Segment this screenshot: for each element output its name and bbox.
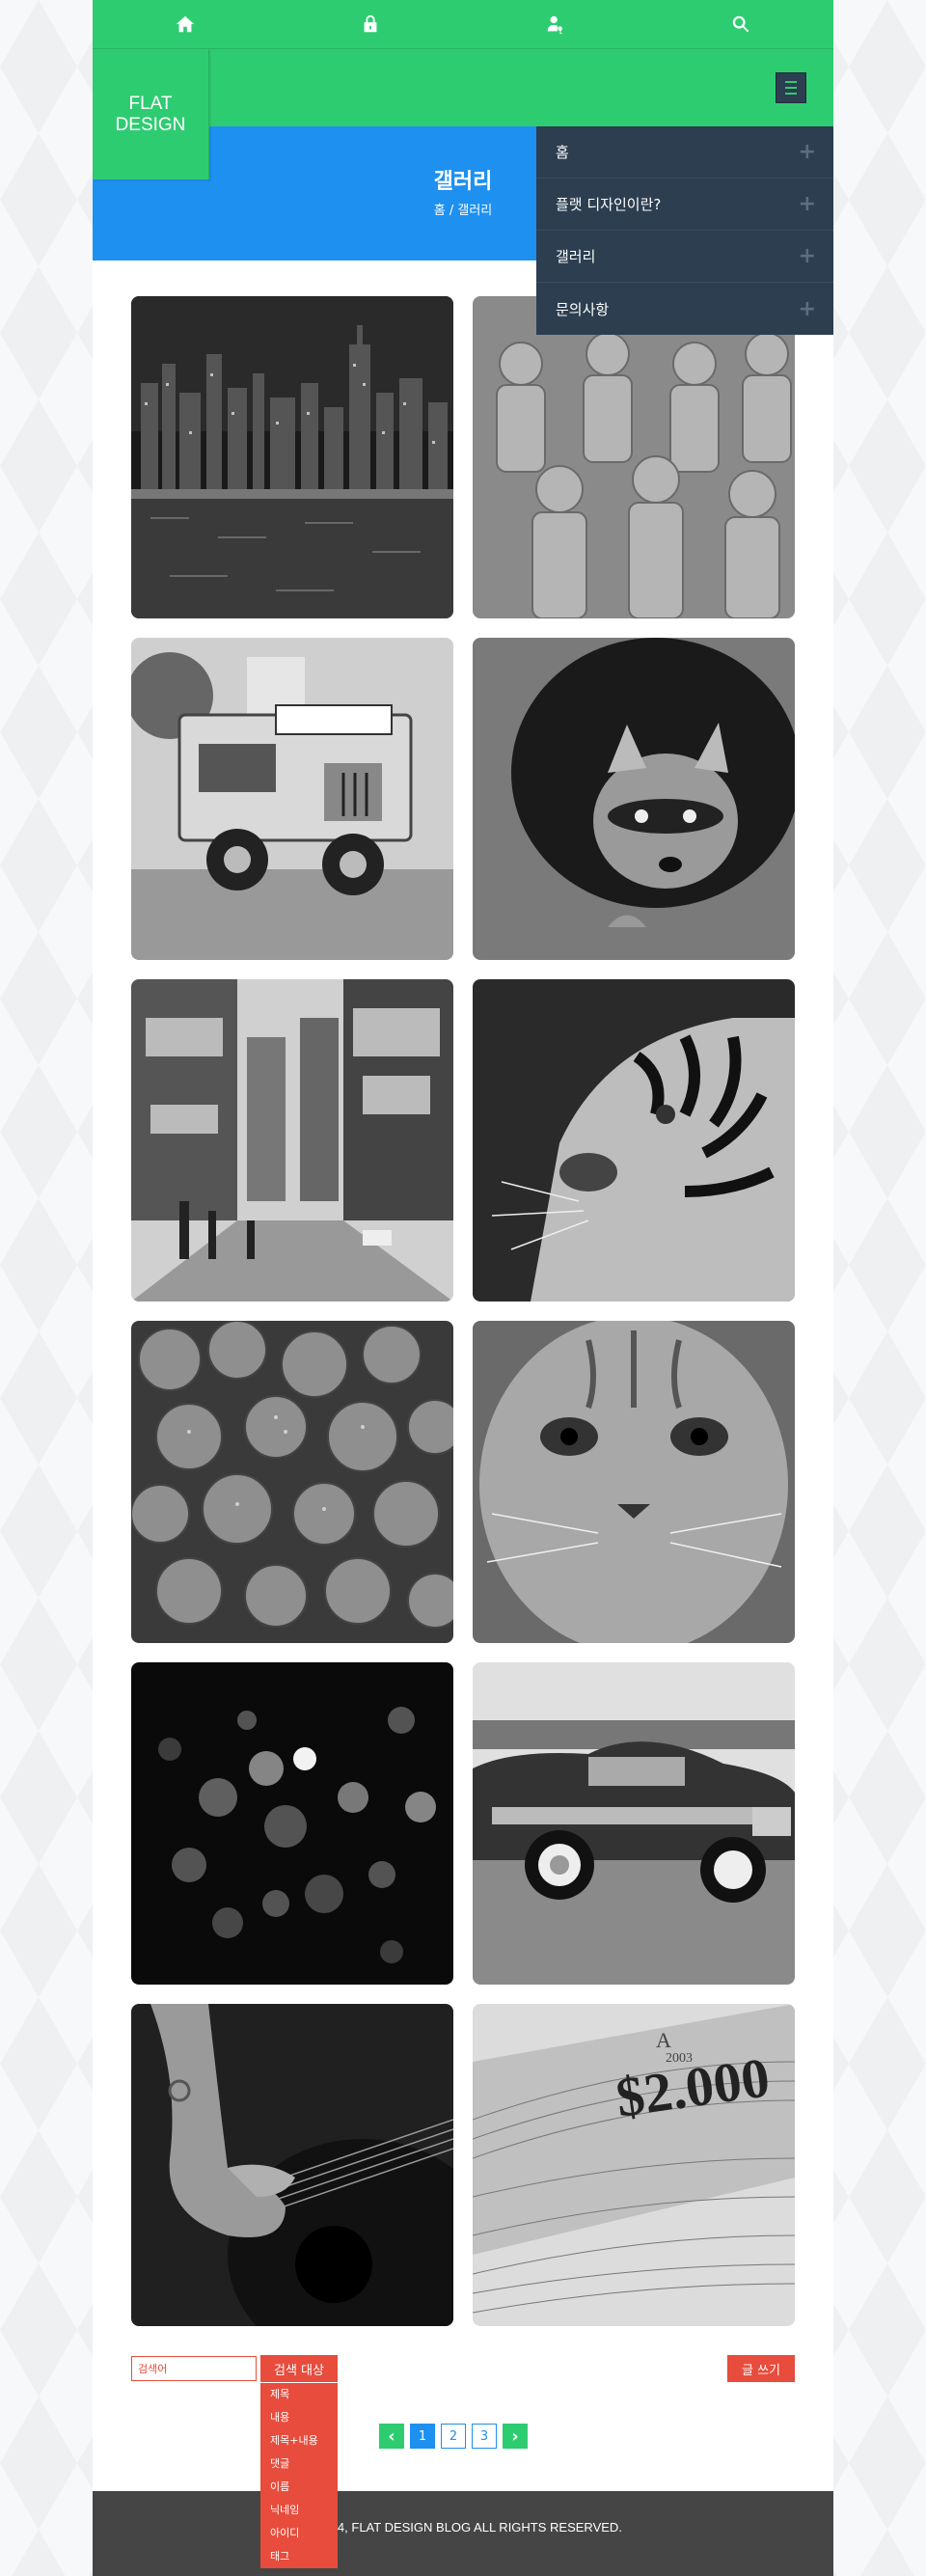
nav-item-label: 갤러리 <box>556 248 596 265</box>
tiger-image <box>473 979 795 1302</box>
top-icon-bar <box>93 0 833 49</box>
banknote-image: $2.000 A 2003 <box>473 2004 795 2326</box>
page-container: FLAT DESIGN 갤러리 홈 / 갤러리 홈 + 플랫 디자인이란? + … <box>93 0 833 2576</box>
search-option-id[interactable]: 아이디 <box>260 2522 338 2545</box>
hamburger-icon <box>785 79 797 96</box>
terracotta-warriors-image <box>473 296 795 618</box>
next-page-button[interactable]: › <box>503 2424 528 2449</box>
search-option-name[interactable]: 이름 <box>260 2476 338 2499</box>
write-post-button[interactable]: 글 쓰기 <box>727 2355 795 2382</box>
gallery-item-city-skyline[interactable] <box>131 296 453 618</box>
nav-item-label: 플랫 디자인이란? <box>556 196 662 213</box>
pagination: ‹ 1 2 3 › <box>379 2424 528 2451</box>
nav-item-contact[interactable]: 문의사항 + <box>536 283 833 335</box>
plus-icon[interactable]: + <box>799 140 816 164</box>
home-link[interactable] <box>93 0 278 48</box>
gallery-item-terracotta-warriors[interactable] <box>473 296 795 618</box>
nav-dropdown-menu: 홈 + 플랫 디자인이란? + 갤러리 + 문의사항 + <box>536 126 833 335</box>
logo-line-1: FLAT <box>128 93 173 114</box>
search-target-dropdown[interactable]: 검색 대상 <box>260 2355 338 2382</box>
login-link[interactable] <box>278 0 463 48</box>
lock-icon <box>364 14 377 33</box>
plus-icon[interactable]: + <box>799 244 816 268</box>
svg-text:2003: 2003 <box>666 2051 693 2066</box>
strawberries-image <box>131 1321 453 1643</box>
search-option-nickname[interactable]: 닉네임 <box>260 2499 338 2522</box>
gallery-item-food-truck[interactable] <box>131 638 453 960</box>
member-link[interactable] <box>463 0 648 48</box>
nav-item-about[interactable]: 플랫 디자인이란? + <box>536 178 833 231</box>
gallery-item-strawberries[interactable] <box>131 1321 453 1643</box>
search-option-title-content[interactable]: 제목+내용 <box>260 2429 338 2453</box>
raccoon-image <box>473 638 795 960</box>
search-option-content[interactable]: 내용 <box>260 2406 338 2429</box>
gallery-item-times-square[interactable] <box>131 979 453 1302</box>
search-target-options: 제목 내용 제목+내용 댓글 이름 닉네임 아이디 태그 <box>260 2383 338 2568</box>
nav-item-gallery[interactable]: 갤러리 + <box>536 231 833 283</box>
city-skyline-image <box>131 296 453 618</box>
search-icon <box>732 15 749 33</box>
home-icon <box>176 15 195 33</box>
search-input[interactable] <box>131 2356 257 2381</box>
gallery-item-bokeh[interactable] <box>131 1662 453 1985</box>
gallery-item-cat[interactable] <box>473 1321 795 1643</box>
food-truck-image <box>131 638 453 960</box>
page-link-1[interactable]: 1 <box>410 2424 435 2449</box>
gallery-item-guitar[interactable] <box>131 2004 453 2326</box>
times-square-image <box>131 979 453 1302</box>
menu-toggle-button[interactable] <box>776 72 806 103</box>
gallery-item-vintage-car[interactable] <box>473 1662 795 1985</box>
nav-item-home[interactable]: 홈 + <box>536 126 833 178</box>
search-link[interactable] <box>648 0 833 48</box>
chevron-right-icon: › <box>511 2425 519 2447</box>
chevron-left-icon: ‹ <box>388 2425 395 2447</box>
nav-item-label: 홈 <box>556 144 569 161</box>
bokeh-image <box>131 1662 453 1985</box>
cat-image <box>473 1321 795 1643</box>
gallery-item-banknote[interactable]: $2.000 A 2003 <box>473 2004 795 2326</box>
gallery-item-tiger[interactable] <box>473 979 795 1302</box>
copyright-text: © 2014, FLAT DESIGN BLOG ALL RIGHTS RESE… <box>304 2520 622 2535</box>
search-option-title[interactable]: 제목 <box>260 2383 338 2406</box>
page-link-3[interactable]: 3 <box>472 2424 497 2449</box>
plus-icon[interactable]: + <box>799 192 816 216</box>
site-logo[interactable]: FLAT DESIGN <box>93 49 209 179</box>
page-link-2[interactable]: 2 <box>441 2424 466 2449</box>
gallery-item-raccoon[interactable] <box>473 638 795 960</box>
plus-icon[interactable]: + <box>799 297 816 321</box>
svg-text:A: A <box>656 2028 671 2052</box>
search-option-tag[interactable]: 태그 <box>260 2545 338 2568</box>
logo-line-2: DESIGN <box>115 114 186 135</box>
guitar-image <box>131 2004 453 2326</box>
prev-page-button[interactable]: ‹ <box>379 2424 404 2449</box>
vintage-car-image <box>473 1662 795 1985</box>
search-option-comment[interactable]: 댓글 <box>260 2453 338 2476</box>
user-key-icon <box>547 15 562 35</box>
nav-item-label: 문의사항 <box>556 300 610 318</box>
